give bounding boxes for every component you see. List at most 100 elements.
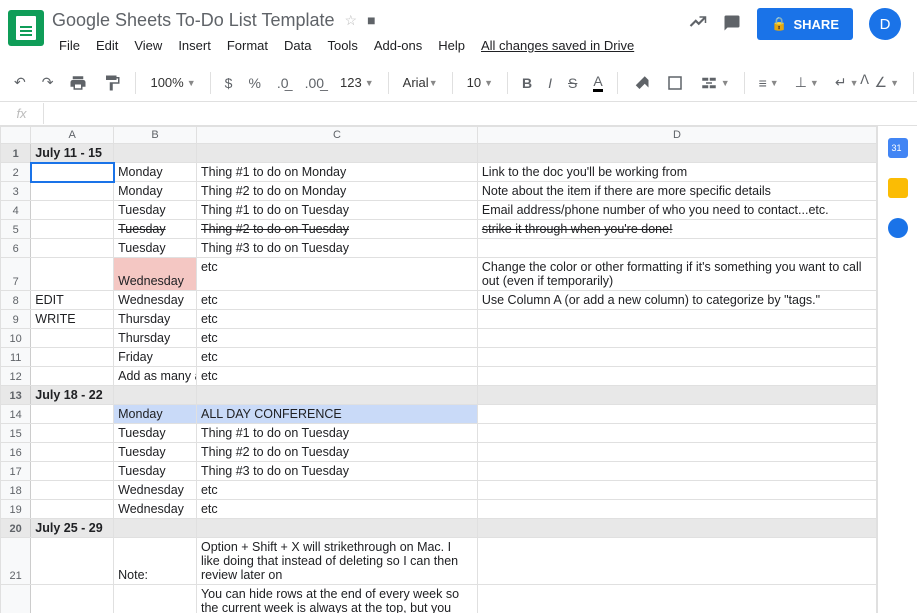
cell[interactable]: Thing #1 to do on Tuesday	[196, 201, 477, 220]
paint-format-icon[interactable]	[97, 70, 127, 96]
comments-icon[interactable]	[723, 14, 741, 35]
save-status[interactable]: All changes saved in Drive	[474, 34, 641, 57]
row-header[interactable]: 20	[1, 519, 31, 538]
formula-input[interactable]	[44, 104, 917, 123]
cell[interactable]: Monday	[114, 405, 197, 424]
row-header[interactable]: 21	[1, 538, 31, 585]
menu-data[interactable]: Data	[277, 34, 318, 57]
cell[interactable]	[196, 144, 477, 163]
row-header[interactable]: 14	[1, 405, 31, 424]
star-icon[interactable]: ☆	[345, 12, 358, 29]
share-button[interactable]: 🔒 SHARE	[757, 8, 853, 40]
cell[interactable]: Wednesday	[114, 500, 197, 519]
cell[interactable]: Friday	[114, 348, 197, 367]
cell[interactable]	[477, 519, 876, 538]
cell[interactable]: etc	[196, 500, 477, 519]
cell[interactable]	[31, 348, 114, 367]
cell[interactable]	[477, 481, 876, 500]
row-header[interactable]: 18	[1, 481, 31, 500]
cell[interactable]	[31, 500, 114, 519]
cell[interactable]: Tuesday	[114, 239, 197, 258]
cell[interactable]	[31, 163, 114, 182]
cell[interactable]	[477, 500, 876, 519]
cell[interactable]: Option + Shift + X will strikethrough on…	[196, 538, 477, 585]
cell[interactable]	[31, 405, 114, 424]
row-header[interactable]: 17	[1, 462, 31, 481]
cell[interactable]	[477, 329, 876, 348]
cell[interactable]	[477, 538, 876, 585]
cell[interactable]	[477, 405, 876, 424]
menu-view[interactable]: View	[127, 34, 169, 57]
cell[interactable]: Link to the doc you'll be working from	[477, 163, 876, 182]
cell[interactable]	[114, 144, 197, 163]
row-header[interactable]: 11	[1, 348, 31, 367]
row-header[interactable]: 4	[1, 201, 31, 220]
row-header[interactable]: 12	[1, 367, 31, 386]
menu-addons[interactable]: Add-ons	[367, 34, 429, 57]
cell[interactable]: Add as many as	[114, 367, 197, 386]
zoom-select[interactable]: 100%▼	[144, 71, 201, 94]
increase-decimal-icon[interactable]: .00̲	[299, 71, 330, 95]
cell[interactable]: Tuesday	[114, 443, 197, 462]
borders-icon[interactable]	[660, 70, 690, 96]
cell[interactable]: Thing #2 to do on Tuesday	[196, 220, 477, 239]
h-align-icon[interactable]: ≡▼	[753, 71, 785, 95]
cell[interactable]	[477, 443, 876, 462]
cell[interactable]	[31, 220, 114, 239]
explore-icon[interactable]	[689, 14, 707, 35]
cell[interactable]: Thing #2 to do on Monday	[196, 182, 477, 201]
bold-icon[interactable]: B	[516, 71, 538, 95]
cell[interactable]: Wednesday	[114, 291, 197, 310]
fx-icon[interactable]: fx	[0, 103, 44, 124]
row-header[interactable]: 9	[1, 310, 31, 329]
keep-icon[interactable]	[888, 178, 908, 198]
cell[interactable]: Note:	[114, 585, 197, 613]
cell[interactable]: Wednesday	[114, 481, 197, 500]
col-header-a[interactable]: A	[31, 127, 114, 144]
sheets-logo-icon[interactable]	[8, 10, 44, 46]
cell[interactable]	[31, 258, 114, 291]
cell[interactable]	[31, 443, 114, 462]
cell[interactable]	[196, 386, 477, 405]
row-header[interactable]: 19	[1, 500, 31, 519]
menu-format[interactable]: Format	[220, 34, 275, 57]
cell[interactable]: July 25 - 29	[31, 519, 114, 538]
cell[interactable]: Note about the item if there are more sp…	[477, 182, 876, 201]
cell[interactable]: Tuesday	[114, 220, 197, 239]
cell[interactable]	[31, 201, 114, 220]
row-header[interactable]: 13	[1, 386, 31, 405]
cell[interactable]: Thing #1 to do on Tuesday	[196, 424, 477, 443]
cell[interactable]	[31, 329, 114, 348]
cell[interactable]: etc	[196, 329, 477, 348]
cell[interactable]	[31, 481, 114, 500]
cell[interactable]: July 18 - 22	[31, 386, 114, 405]
cell[interactable]: Monday	[114, 182, 197, 201]
row-header[interactable]: 1	[1, 144, 31, 163]
cell[interactable]: ALL DAY CONFERENCE	[196, 405, 477, 424]
cell[interactable]: etc	[196, 291, 477, 310]
cell[interactable]: Tuesday	[114, 424, 197, 443]
decrease-decimal-icon[interactable]: .0̲	[271, 71, 295, 95]
fill-color-icon[interactable]	[626, 70, 656, 96]
cell[interactable]	[477, 367, 876, 386]
menu-insert[interactable]: Insert	[171, 34, 218, 57]
format-select[interactable]: 123▼	[334, 71, 380, 94]
cell[interactable]	[31, 424, 114, 443]
collapse-toolbar-icon[interactable]: ᐱ	[860, 72, 869, 88]
cell[interactable]	[114, 519, 197, 538]
cell[interactable]: etc	[196, 348, 477, 367]
cell[interactable]: strike it through when you're done!	[477, 220, 876, 239]
print-icon[interactable]	[63, 70, 93, 96]
cell[interactable]	[477, 585, 876, 613]
col-header-b[interactable]: B	[114, 127, 197, 144]
cell[interactable]	[477, 310, 876, 329]
cell[interactable]	[31, 367, 114, 386]
font-select[interactable]: Arial▼	[397, 71, 444, 94]
folder-icon[interactable]: ■	[367, 12, 375, 28]
cell[interactable]	[114, 386, 197, 405]
menu-file[interactable]: File	[52, 34, 87, 57]
currency-icon[interactable]: $	[219, 71, 239, 95]
row-header[interactable]: 2	[1, 163, 31, 182]
cell[interactable]	[477, 348, 876, 367]
menu-help[interactable]: Help	[431, 34, 472, 57]
